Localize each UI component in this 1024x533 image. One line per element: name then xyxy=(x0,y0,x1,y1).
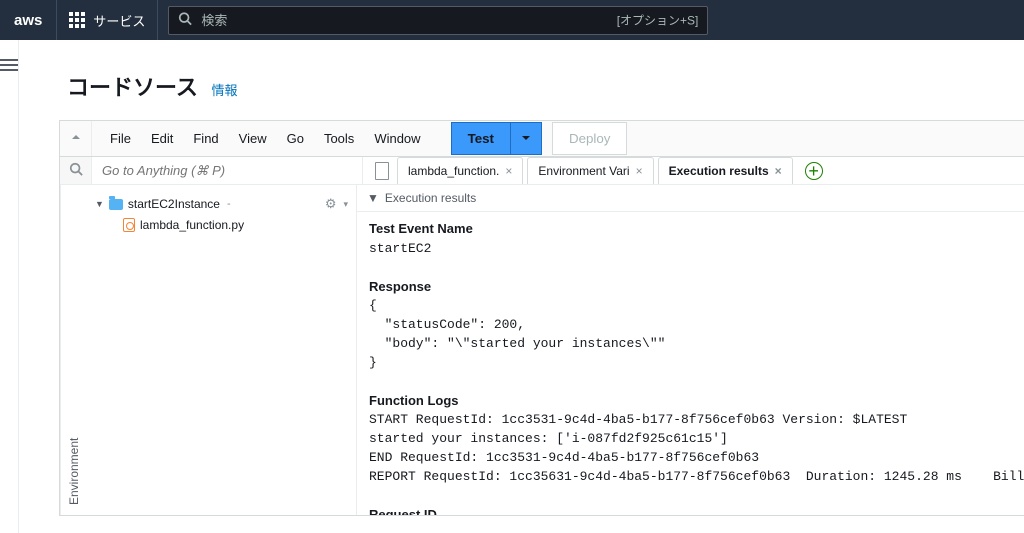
aws-logo[interactable]: aws xyxy=(0,0,57,40)
menu-find[interactable]: Find xyxy=(183,121,228,156)
test-event-value: startEC2 xyxy=(369,241,431,256)
close-icon[interactable]: × xyxy=(505,164,512,178)
search-icon[interactable] xyxy=(69,162,83,179)
menu-tools[interactable]: Tools xyxy=(314,121,364,156)
editor-toolbar: File Edit Find View Go Tools Window Test xyxy=(60,121,1024,157)
top-nav: aws サービス [オプション+S] xyxy=(0,0,1024,40)
test-button[interactable]: Test xyxy=(451,122,511,155)
test-event-title: Test Event Name xyxy=(369,221,473,236)
results-header[interactable]: ▼ Execution results xyxy=(357,185,1024,212)
chevron-down-icon: ▾ xyxy=(343,199,348,210)
search-container: [オプション+S] xyxy=(168,6,708,35)
services-label: サービス xyxy=(93,11,145,30)
tab-environment-variables[interactable]: Environment Vari × xyxy=(527,157,653,184)
tab-label: Environment Vari xyxy=(538,164,629,178)
logs-body: START RequestId: 1cc3531-9c4d-4ba5-b177-… xyxy=(369,412,1024,484)
search-icon xyxy=(178,12,192,29)
tab-execution-results[interactable]: Execution results × xyxy=(658,157,793,184)
menu-go[interactable]: Go xyxy=(277,121,314,156)
info-link[interactable]: 情報 xyxy=(212,83,238,98)
chevron-down-icon xyxy=(521,133,531,143)
results-pane: ▼ Execution results Test Event Name star… xyxy=(357,185,1024,515)
results-header-label: Execution results xyxy=(385,191,476,205)
tabs: lambda_function. × Environment Vari × Ex… xyxy=(362,157,1024,184)
env-strip xyxy=(60,157,92,184)
menu-file[interactable]: File xyxy=(100,121,141,156)
tab-label: lambda_function. xyxy=(408,164,499,178)
tab-label: Execution results xyxy=(669,164,769,178)
menu-view[interactable]: View xyxy=(229,121,277,156)
search-shortcut: [オプション+S] xyxy=(617,12,699,29)
response-body: { "statusCode": 200, "body": "\"started … xyxy=(369,298,665,370)
close-icon[interactable]: × xyxy=(636,164,643,178)
folder-icon xyxy=(109,199,123,210)
file-icon xyxy=(375,162,389,180)
panel-title: コードソース xyxy=(67,75,198,100)
request-id-title: Request ID xyxy=(369,507,437,515)
tab-lambda-function[interactable]: lambda_function. × xyxy=(397,157,523,184)
tree-file[interactable]: lambda_function.py xyxy=(93,215,350,235)
close-icon[interactable]: × xyxy=(775,164,782,178)
menu-window[interactable]: Window xyxy=(364,121,430,156)
results-body: Test Event Name startEC2 Response { "sta… xyxy=(357,212,1024,515)
file-name: lambda_function.py xyxy=(140,218,244,232)
gear-icon[interactable]: ⚙ xyxy=(325,196,337,212)
response-title: Response xyxy=(369,279,431,294)
chevron-down-icon: ▼ xyxy=(367,191,379,205)
python-file-icon xyxy=(123,218,135,232)
deploy-button: Deploy xyxy=(552,122,628,155)
menu-bar: File Edit Find View Go Tools Window xyxy=(92,121,439,156)
code-editor: File Edit Find View Go Tools Window Test xyxy=(59,120,1024,516)
file-tree: ▼ startEC2Instance - ⚙ ▾ lambda_function… xyxy=(87,185,357,515)
add-tab-button[interactable]: + xyxy=(805,162,823,180)
hamburger-icon[interactable] xyxy=(0,56,18,74)
grid-icon xyxy=(69,12,85,28)
menu-edit[interactable]: Edit xyxy=(141,121,183,156)
dash-icon: - xyxy=(227,198,231,210)
collapse-toolbar-icon[interactable] xyxy=(60,121,92,156)
left-rail xyxy=(0,40,19,533)
environment-sidebar-label[interactable]: Environment xyxy=(60,185,87,515)
tree-folder[interactable]: ▼ startEC2Instance - ⚙ ▾ xyxy=(93,193,350,215)
logs-title: Function Logs xyxy=(369,393,459,408)
goto-input[interactable] xyxy=(102,163,352,178)
folder-name: startEC2Instance xyxy=(128,197,220,211)
services-menu[interactable]: サービス xyxy=(57,0,158,40)
chevron-down-icon: ▼ xyxy=(95,199,104,209)
test-dropdown-button[interactable] xyxy=(511,122,542,155)
